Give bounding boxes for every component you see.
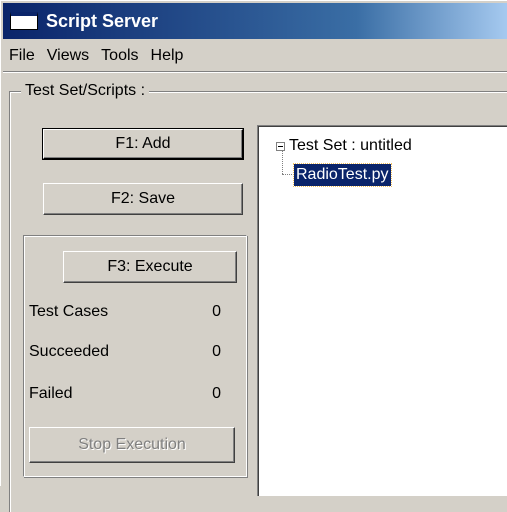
menu-views[interactable]: Views bbox=[41, 47, 95, 65]
menu-help[interactable]: Help bbox=[145, 47, 190, 65]
stat-failed: Failed 0 bbox=[29, 385, 221, 403]
stat-label: Failed bbox=[29, 385, 73, 402]
stat-value: 0 bbox=[212, 303, 221, 320]
stat-label: Test Cases bbox=[29, 303, 109, 320]
save-button[interactable]: F2: Save bbox=[43, 183, 243, 215]
tree-connector-line bbox=[282, 174, 292, 175]
title-bar[interactable]: Script Server bbox=[3, 3, 507, 39]
tree-item-script[interactable]: RadioTest.py bbox=[293, 163, 392, 187]
app-window-icon bbox=[10, 12, 38, 30]
stat-test-cases: Test Cases 0 bbox=[29, 303, 221, 321]
stat-label: Succeeded bbox=[29, 343, 110, 360]
script-server-window: Script Server File Views Tools Help Test… bbox=[0, 0, 507, 512]
collapse-icon[interactable] bbox=[276, 141, 285, 151]
group-legend: Test Set/Scripts : bbox=[21, 82, 150, 100]
stat-value: 0 bbox=[212, 385, 221, 402]
window-title: Script Server bbox=[46, 10, 159, 31]
execute-button[interactable]: F3: Execute bbox=[63, 251, 237, 283]
tree-root-node[interactable]: Test Set : untitled bbox=[276, 137, 412, 155]
menu-file[interactable]: File bbox=[3, 47, 41, 65]
stat-value: 0 bbox=[212, 343, 221, 360]
test-set-tree[interactable]: Test Set : untitled RadioTest.py bbox=[257, 125, 507, 496]
menu-bar: File Views Tools Help bbox=[3, 41, 507, 72]
stat-succeeded: Succeeded 0 bbox=[29, 343, 221, 361]
add-button[interactable]: F1: Add bbox=[42, 128, 244, 160]
tree-connector-line bbox=[282, 150, 283, 174]
menu-tools[interactable]: Tools bbox=[95, 47, 144, 65]
stop-execution-button[interactable]: Stop Execution bbox=[29, 427, 235, 463]
tree-root-label: Test Set : untitled bbox=[289, 137, 412, 154]
